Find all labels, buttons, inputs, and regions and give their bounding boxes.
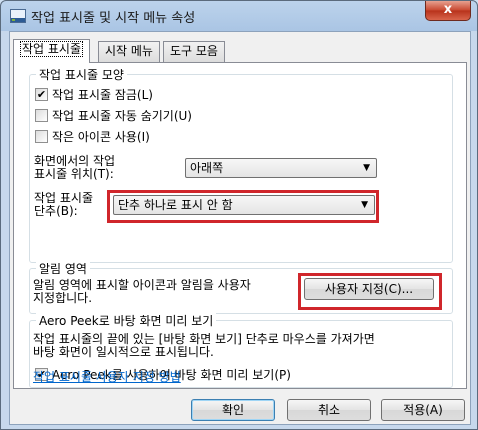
autohide-checkbox[interactable] bbox=[35, 109, 48, 122]
notification-group-title: 알림 영역 bbox=[36, 260, 90, 277]
chevron-down-icon: ▼ bbox=[361, 200, 368, 210]
tab-start-menu-label: 시작 메뉴 bbox=[105, 44, 153, 58]
appearance-group-title: 작업 표시줄 모양 bbox=[36, 66, 127, 83]
aero-peek-group-title: Aero Peek로 바탕 화면 미리 보기 bbox=[36, 312, 217, 329]
chevron-down-icon: ▼ bbox=[363, 163, 370, 173]
cancel-button[interactable]: 취소 bbox=[287, 399, 371, 421]
tab-toolbars-label: 도구 모음 bbox=[170, 44, 218, 58]
tab-start-menu[interactable]: 시작 메뉴 bbox=[98, 41, 160, 62]
appearance-group: 작업 표시줄 모양 ✔ 작업 표시줄 잠금(L) 작업 표시줄 자동 숨기기(U… bbox=[29, 66, 453, 263]
buttons-label-line2: 단추(B): bbox=[34, 204, 78, 218]
lock-label[interactable]: 작업 표시줄 잠금(L) bbox=[52, 86, 153, 103]
tab-toolbars[interactable]: 도구 모음 bbox=[163, 41, 225, 62]
apply-button[interactable]: 적용(A) bbox=[381, 399, 465, 421]
buttons-dropdown[interactable]: 단추 하나로 표시 안 함 ▼ bbox=[113, 195, 375, 215]
help-link[interactable]: 작업 표시줄 사용자 지정 방법 bbox=[33, 368, 181, 385]
location-label-line2: 표시줄 위치(T): bbox=[34, 167, 114, 181]
lock-checkbox[interactable]: ✔ bbox=[35, 88, 48, 101]
tab-panel-taskbar: 작업 표시줄 모양 ✔ 작업 표시줄 잠금(L) 작업 표시줄 자동 숨기기(U… bbox=[13, 62, 467, 389]
taskbar-icon bbox=[10, 9, 26, 23]
tab-taskbar[interactable]: 작업 표시줄 bbox=[13, 39, 91, 63]
small-icons-label[interactable]: 작은 아이콘 사용(I) bbox=[52, 128, 150, 145]
properties-dialog: 작업 표시줄 및 시작 메뉴 속성 x 작업 표시줄 시작 메뉴 도구 모음 작… bbox=[0, 0, 478, 430]
dialog-body: 작업 표시줄 시작 메뉴 도구 모음 작업 표시줄 모양 ✔ 작업 표시줄 잠금… bbox=[9, 31, 471, 425]
notification-group: 알림 영역 알림 영역에 표시할 아이콘과 알림을 사용자 지정합니다. 사용자… bbox=[29, 260, 453, 314]
checkmark-icon: ✔ bbox=[36, 88, 47, 101]
window-title: 작업 표시줄 및 시작 메뉴 속성 bbox=[31, 11, 196, 26]
aero-peek-desc-line2: 바탕 화면이 일시적으로 표시됩니다. bbox=[33, 345, 214, 359]
location-dropdown[interactable]: 아래쪽 ▼ bbox=[185, 158, 377, 178]
ok-button[interactable]: 확인 bbox=[191, 399, 275, 421]
customize-button[interactable]: 사용자 지정(C)... bbox=[304, 278, 434, 300]
tab-taskbar-label: 작업 표시줄 bbox=[20, 41, 84, 57]
notification-desc-line2: 지정합니다. bbox=[33, 291, 93, 305]
autohide-label[interactable]: 작업 표시줄 자동 숨기기(U) bbox=[52, 107, 192, 124]
location-value: 아래쪽 bbox=[190, 161, 224, 175]
close-button[interactable]: x bbox=[425, 1, 471, 21]
buttons-value: 단추 하나로 표시 안 함 bbox=[118, 198, 233, 212]
small-icons-checkbox[interactable] bbox=[35, 130, 48, 143]
close-icon: x bbox=[443, 2, 453, 17]
title-bar[interactable]: 작업 표시줄 및 시작 메뉴 속성 x bbox=[1, 1, 477, 31]
